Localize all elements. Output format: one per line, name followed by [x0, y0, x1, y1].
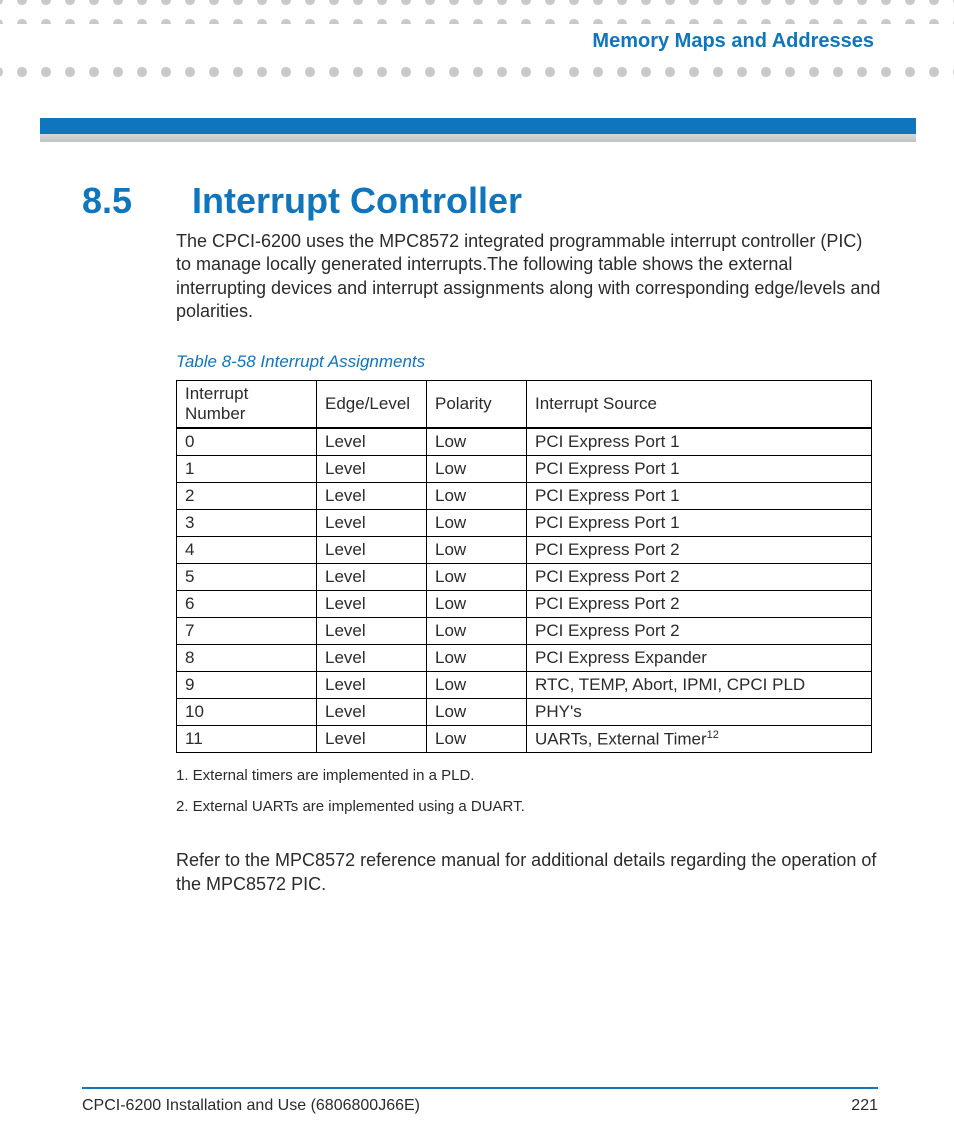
table-cell-src: PCI Express Port 2	[527, 617, 872, 644]
col-header-edge-level: Edge/Level	[317, 380, 427, 428]
table-cell-src: UARTs, External Timer12	[527, 725, 872, 753]
table-cell-edge: Level	[317, 455, 427, 482]
table-cell-pol: Low	[427, 563, 527, 590]
table-cell-edge: Level	[317, 428, 427, 456]
col-header-polarity: Polarity	[427, 380, 527, 428]
table-cell-num: 4	[177, 536, 317, 563]
col-header-interrupt-source: Interrupt Source	[527, 380, 872, 428]
table-row: 6LevelLow PCI Express Port 2	[177, 590, 872, 617]
table-cell-pol: Low	[427, 617, 527, 644]
table-row: 4LevelLow PCI Express Port 2	[177, 536, 872, 563]
footer-doc-title: CPCI-6200 Installation and Use (6806800J…	[82, 1097, 420, 1115]
table-row: 2LevelLow PCI Express Port 1	[177, 482, 872, 509]
content-area: 8.5 Interrupt Controller The CPCI-6200 u…	[82, 180, 882, 896]
table-header-row: Interrupt Number Edge/Level Polarity Int…	[177, 380, 872, 428]
table-cell-edge: Level	[317, 509, 427, 536]
src-text: PHY's	[535, 702, 582, 721]
table-cell-edge: Level	[317, 563, 427, 590]
table-row: 5LevelLow PCI Express Port 2	[177, 563, 872, 590]
header-blue-rule	[40, 118, 916, 134]
closing-paragraph: Refer to the MPC8572 reference manual fo…	[176, 849, 882, 896]
src-text: PCI Express Port 1	[535, 432, 680, 451]
table-cell-num: 3	[177, 509, 317, 536]
table-cell-num: 0	[177, 428, 317, 456]
table-row: 3LevelLow PCI Express Port 1	[177, 509, 872, 536]
src-text: PCI Express Expander	[535, 648, 707, 667]
table-row: 9LevelLow RTC, TEMP, Abort, IPMI, CPCI PL…	[177, 671, 872, 698]
table-cell-num: 5	[177, 563, 317, 590]
table-cell-src: PCI Express Port 2	[527, 563, 872, 590]
table-cell-num: 10	[177, 698, 317, 725]
src-text: UARTs, External Timer	[535, 729, 707, 748]
intro-paragraph: The CPCI-6200 uses the MPC8572 integrate…	[176, 230, 882, 324]
table-cell-src: PCI Express Port 2	[527, 590, 872, 617]
table-row: 0LevelLow PCI Express Port 1	[177, 428, 872, 456]
src-text: PCI Express Port 2	[535, 567, 680, 586]
table-cell-num: 11	[177, 725, 317, 753]
interrupt-assignments-table: Interrupt Number Edge/Level Polarity Int…	[176, 380, 872, 754]
table-cell-pol: Low	[427, 725, 527, 753]
section-title: Interrupt Controller	[192, 180, 522, 222]
col-header-interrupt-number: Interrupt Number	[177, 380, 317, 428]
table-cell-src: PHY's	[527, 698, 872, 725]
page: Memory Maps and Addresses 8.5 Interrupt …	[0, 0, 954, 1145]
table-cell-edge: Level	[317, 482, 427, 509]
src-text: RTC, TEMP, Abort, IPMI, CPCI PLD	[535, 675, 805, 694]
table-cell-pol: Low	[427, 455, 527, 482]
table-cell-src: PCI Express Port 1	[527, 509, 872, 536]
table-cell-src: PCI Express Port 1	[527, 455, 872, 482]
section-heading: 8.5 Interrupt Controller	[82, 180, 882, 222]
table-cell-src: PCI Express Port 1	[527, 482, 872, 509]
table-cell-pol: Low	[427, 644, 527, 671]
src-text: PCI Express Port 2	[535, 540, 680, 559]
footer-row: CPCI-6200 Installation and Use (6806800J…	[82, 1097, 878, 1115]
table-cell-edge: Level	[317, 698, 427, 725]
table-cell-pol: Low	[427, 698, 527, 725]
table-cell-num: 2	[177, 482, 317, 509]
src-text: PCI Express Port 1	[535, 486, 680, 505]
table-cell-pol: Low	[427, 482, 527, 509]
table-cell-num: 1	[177, 455, 317, 482]
section-number: 8.5	[82, 180, 152, 222]
table-cell-num: 6	[177, 590, 317, 617]
table-cell-src: RTC, TEMP, Abort, IPMI, CPCI PLD	[527, 671, 872, 698]
table-cell-pol: Low	[427, 509, 527, 536]
header-grey-underbar	[40, 134, 916, 142]
src-text: PCI Express Port 2	[535, 594, 680, 613]
table-cell-num: 8	[177, 644, 317, 671]
table-caption: Table 8-58 Interrupt Assignments	[176, 352, 882, 372]
table-cell-edge: Level	[317, 725, 427, 753]
table-cell-pol: Low	[427, 590, 527, 617]
footer-rule	[82, 1087, 878, 1089]
src-text: PCI Express Port 1	[535, 513, 680, 532]
table-row: 7LevelLow PCI Express Port 2	[177, 617, 872, 644]
table-cell-pol: Low	[427, 428, 527, 456]
chapter-title-bar: Memory Maps and Addresses	[0, 24, 954, 58]
table-cell-edge: Level	[317, 644, 427, 671]
table-cell-num: 7	[177, 617, 317, 644]
table-row: 8LevelLow PCI Express Expander	[177, 644, 872, 671]
table-row: 1LevelLow PCI Express Port 1	[177, 455, 872, 482]
table-cell-src: PCI Express Port 1	[527, 428, 872, 456]
table-row: 11LevelLowUARTs, External Timer12	[177, 725, 872, 753]
footer-page-number: 221	[851, 1097, 878, 1115]
footnote-1: 1. External timers are implemented in a …	[176, 767, 882, 784]
footnote-ref: 12	[707, 729, 719, 741]
table-cell-edge: Level	[317, 617, 427, 644]
table-cell-num: 9	[177, 671, 317, 698]
table-cell-pol: Low	[427, 536, 527, 563]
chapter-title: Memory Maps and Addresses	[592, 30, 874, 53]
table-cell-edge: Level	[317, 590, 427, 617]
footnotes: 1. External timers are implemented in a …	[176, 767, 882, 815]
page-footer: CPCI-6200 Installation and Use (6806800J…	[82, 1087, 878, 1115]
table-cell-pol: Low	[427, 671, 527, 698]
table-cell-src: PCI Express Expander	[527, 644, 872, 671]
footnote-2: 2. External UARTs are implemented using …	[176, 798, 882, 815]
table-cell-edge: Level	[317, 536, 427, 563]
table-cell-edge: Level	[317, 671, 427, 698]
src-text: PCI Express Port 2	[535, 621, 680, 640]
table-cell-src: PCI Express Port 2	[527, 536, 872, 563]
src-text: PCI Express Port 1	[535, 459, 680, 478]
table-row: 10LevelLow PHY's	[177, 698, 872, 725]
